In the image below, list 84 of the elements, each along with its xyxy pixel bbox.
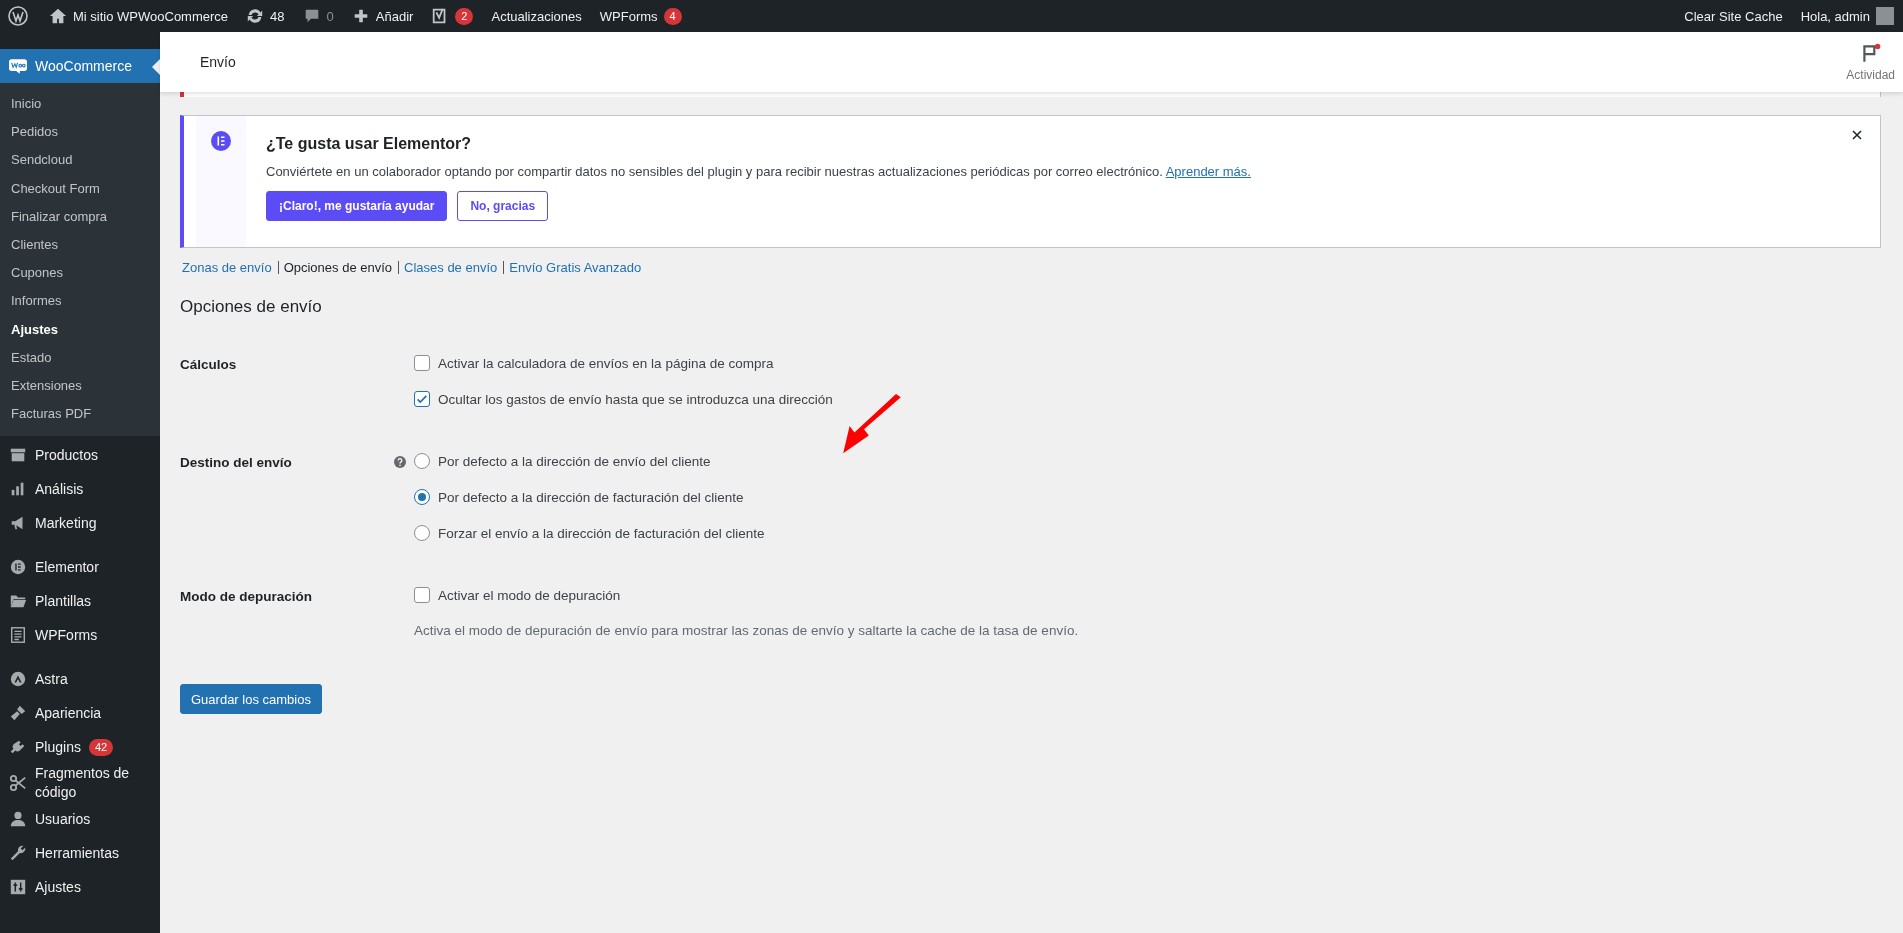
field-label: Destino del envío <box>180 455 292 470</box>
section-heading: Opciones de envío <box>180 297 323 317</box>
decline-button[interactable]: No, gracias <box>457 191 549 221</box>
option-label: Activar el modo de depuración <box>438 587 621 603</box>
sidebar-item[interactable]: Usuarios <box>0 802 160 837</box>
save-button[interactable]: Guardar los cambios <box>180 684 322 714</box>
learn-more-link[interactable]: Aprender más. <box>1165 164 1251 179</box>
scissors-icon <box>9 774 27 793</box>
help-icon[interactable] <box>394 456 406 468</box>
notice-text: Conviértete en un colaborador optando por compartir datos no sensibles del plugin y para recibir nuestras actualizaciones periódicas por correo electrónico. Aprender más. <box>266 164 1251 179</box>
option-label: Por defecto a la dirección de envío del cliente <box>438 453 711 469</box>
notification-badge: 4 <box>663 7 682 25</box>
checkbox[interactable] <box>414 391 430 407</box>
subsection-link[interactable]: Clases de envío <box>404 260 498 275</box>
radio-button[interactable] <box>414 489 430 505</box>
sliders-icon <box>9 878 27 897</box>
subsection-link[interactable]: Zonas de envío <box>182 260 272 275</box>
subsection-link[interactable]: Opciones de envío <box>283 260 393 275</box>
astra-logo-icon <box>9 670 27 689</box>
sidebar-item[interactable]: Análisis <box>0 472 160 507</box>
count-badge: 42 <box>88 738 114 756</box>
link-divider <box>398 261 400 274</box>
activity-button[interactable]: Actividad <box>1838 42 1903 82</box>
option-label: Activar la calculadora de envíos en la página de compra <box>438 355 774 371</box>
page-title: Envío <box>200 54 236 70</box>
checkbox[interactable] <box>414 587 430 603</box>
updates-menu-link[interactable]: Actualizaciones <box>482 0 591 32</box>
submenu-item[interactable]: Ajustes <box>0 315 160 344</box>
sidebar-item[interactable]: Plugins 42 <box>0 730 160 765</box>
submenu-item[interactable]: Finalizar compra <box>0 202 160 231</box>
wrench-icon <box>9 844 27 863</box>
submenu-item[interactable]: Extensiones <box>0 371 160 401</box>
updates-link[interactable]: 48 <box>237 0 294 32</box>
field-label: Modo de depuración <box>180 589 312 604</box>
submenu-item[interactable]: Cupones <box>0 259 160 288</box>
form-icon <box>9 626 27 645</box>
submenu-item[interactable]: Inicio <box>0 90 160 119</box>
submenu-item[interactable]: Checkout Form <box>0 174 160 203</box>
sidebar-current-item[interactable]: WooCommerce <box>0 49 160 83</box>
brush-icon <box>9 704 27 723</box>
woo-logo-icon <box>9 58 27 74</box>
field-label: Cálculos <box>180 357 237 372</box>
notification-badge: 2 <box>455 7 474 25</box>
account-greeting[interactable]: Hola, admin <box>1800 8 1870 24</box>
home-icon <box>49 7 67 25</box>
accept-button[interactable]: ¡Claro!, me gustaría ayudar <box>266 191 448 221</box>
submenu-item[interactable]: Pedidos <box>0 118 160 147</box>
sidebar-item[interactable]: Plantillas <box>0 584 160 619</box>
clear-cache-link[interactable]: Clear Site Cache <box>1675 0 1792 32</box>
link-divider <box>503 261 505 274</box>
submenu-item[interactable]: Sendcloud <box>0 146 160 175</box>
sidebar-item[interactable]: Fragmentos de código <box>0 764 160 803</box>
site-link[interactable]: Mi sitio WPWooCommerce <box>40 0 238 32</box>
submenu-item[interactable]: Informes <box>0 287 160 316</box>
radio-button[interactable] <box>414 525 430 541</box>
forms-menu-link[interactable]: WPForms <box>599 8 658 24</box>
close-icon[interactable] <box>1852 130 1862 140</box>
checkbox[interactable] <box>414 355 430 371</box>
elementor-logo-icon <box>211 131 231 151</box>
submenu-item[interactable]: Estado <box>0 343 160 372</box>
notice-title: ¿Te gusta usar Elementor? <box>266 135 473 153</box>
sidebar-item[interactable]: Productos <box>0 438 160 473</box>
option-label: Ocultar los gastos de envío hasta que se introduzca una dirección <box>438 391 833 407</box>
submenu-item[interactable]: Clientes <box>0 230 160 260</box>
field-description: Activa el modo de depuración de envío para mostrar las zonas de envío y saltarte la cache de la tasa de envío. <box>414 623 1079 638</box>
comments-link[interactable]: 0 <box>293 0 343 32</box>
sidebar-item[interactable]: WPForms <box>0 618 160 653</box>
submenu-item[interactable]: Facturas PDF <box>0 400 160 429</box>
radio-button[interactable] <box>414 453 430 469</box>
sidebar-item[interactable]: Elementor <box>0 550 160 585</box>
option-label: Por defecto a la dirección de facturación del cliente <box>438 489 744 505</box>
elementor-logo-icon <box>9 558 27 577</box>
sidebar-item[interactable]: Apariencia <box>0 696 160 731</box>
subsection-link[interactable]: Envío Gratis Avanzado <box>509 260 642 275</box>
sidebar-item[interactable]: Ajustes <box>0 870 160 905</box>
refresh-icon <box>246 7 265 25</box>
sidebar-item[interactable]: Marketing <box>0 506 160 541</box>
user-icon <box>9 810 27 829</box>
link-divider <box>277 261 279 274</box>
sidebar-item[interactable]: Astra <box>0 662 160 697</box>
wordpress-logo-icon[interactable] <box>8 6 28 26</box>
sidebar-item[interactable]: Herramientas <box>0 836 160 871</box>
new-content-link[interactable]: Añadir <box>342 0 423 32</box>
option-label: Forzar el envío a la dirección de facturación del cliente <box>438 525 765 541</box>
